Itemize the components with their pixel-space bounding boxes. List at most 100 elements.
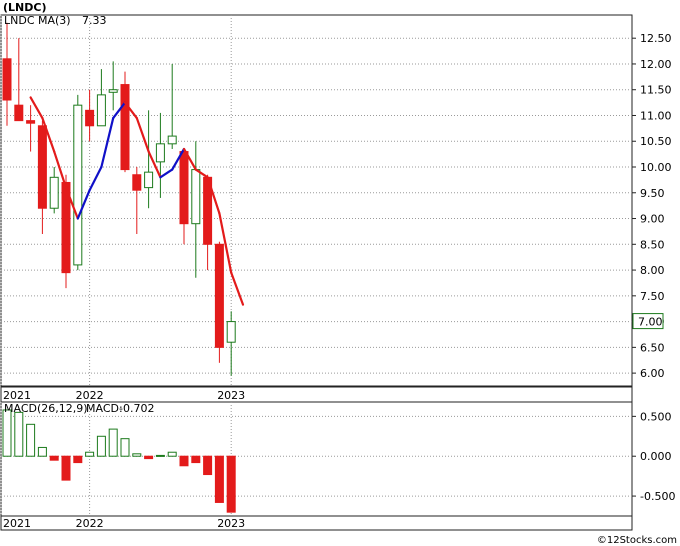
stock-chart: 6.00 6.50 7.00 7.50 8.00 8.50 9.00 9.50 10.00 10.… — [0, 1, 677, 546]
ticker-legend: LNDC — [4, 14, 35, 27]
price-candles — [2, 22, 236, 376]
macd-value-label: MACD: — [86, 402, 123, 415]
watermark: ©12Stocks.com — [597, 535, 677, 546]
candle-body-down — [37, 125, 47, 209]
candle-body-down — [14, 104, 24, 122]
date-label: 2021 — [3, 389, 31, 402]
macd-bar-negative — [49, 455, 59, 461]
candle — [214, 241, 224, 363]
date-label: 2022 — [76, 389, 104, 402]
macd-bar-negative — [144, 455, 154, 460]
price-plot-frame — [0, 14, 633, 387]
price-tick-label: 6.50 — [640, 341, 665, 354]
date-label: 2021 — [3, 517, 31, 530]
candle — [85, 89, 95, 142]
ma-segment-rising — [88, 165, 103, 192]
ma-segment-rising — [159, 168, 174, 179]
candle-body-up — [144, 171, 154, 189]
ma-segment-falling — [135, 116, 150, 153]
candle-body-up — [73, 104, 83, 266]
candle — [96, 69, 106, 127]
candle-body-down — [85, 109, 95, 127]
macd-bar-positive — [96, 435, 106, 457]
macd-bar-positive — [37, 446, 47, 457]
candle-body-up — [96, 94, 106, 127]
candle-body-down — [179, 151, 189, 225]
price-tick-label: 10.50 — [640, 135, 672, 148]
macd-bar-positive — [14, 411, 24, 457]
macd-bar-positive — [132, 453, 142, 457]
price-panel: 6.00 6.50 7.00 7.50 8.00 8.50 9.00 9.50 10.00 10.… — [0, 1, 672, 403]
candle — [61, 174, 71, 289]
macd-plot-frame — [0, 401, 633, 517]
candle-body-up — [226, 321, 236, 343]
macd-bar-negative — [226, 455, 236, 513]
candle — [179, 148, 189, 245]
candle-body-up — [155, 143, 165, 163]
price-tick-label: 8.50 — [640, 238, 665, 251]
macd-bar-negative — [179, 455, 189, 467]
ma-legend-label: MA(3) — [38, 14, 71, 27]
macd-bar-positive — [85, 451, 95, 457]
candle-body-up — [108, 89, 118, 93]
candle — [191, 141, 201, 278]
price-tick-label: 11.00 — [640, 109, 672, 122]
price-tick-label: 8.00 — [640, 264, 665, 277]
date-label: 2023 — [217, 517, 245, 530]
price-tick-label: 12.00 — [640, 58, 672, 71]
price-tick-label: 7.50 — [640, 290, 665, 303]
candle — [14, 38, 24, 122]
ma-legend-value: 7.33 — [82, 14, 107, 27]
macd-bar-negative — [203, 455, 213, 476]
macd-bar-positive — [167, 451, 177, 457]
macd-bar-positive — [26, 423, 36, 457]
macd-tick-label: 0.000 — [640, 450, 672, 463]
macd-grid — [0, 402, 632, 516]
candle-body-down — [214, 243, 224, 348]
price-grid — [0, 15, 632, 386]
price-tick-label: 9.50 — [640, 187, 665, 200]
candle — [108, 61, 118, 111]
candle — [73, 94, 83, 271]
date-label: 2022 — [76, 517, 104, 530]
macd-bar-negative — [214, 455, 224, 503]
macd-bars — [2, 409, 236, 513]
candle-body-down — [120, 84, 130, 171]
ma-segment-falling — [29, 96, 44, 120]
macd-panel: 0.500 0.000 -0.500 MACD(26,12,9) MACD: -0.… — [0, 401, 675, 531]
date-label: 2023 — [217, 389, 245, 402]
macd-bar-positive — [120, 438, 130, 457]
macd-legend-label: MACD(26,12,9) — [4, 402, 88, 415]
candle — [132, 167, 142, 234]
price-tag-text: 7.00 — [638, 316, 663, 329]
candle-body-up — [167, 135, 177, 145]
macd-tick-label: 0.500 — [640, 410, 672, 423]
macd-tick-label: -0.500 — [640, 490, 675, 503]
price-tick-label: 12.50 — [640, 32, 672, 45]
price-tick-label: 11.50 — [640, 84, 672, 97]
macd-bar-positive — [2, 409, 12, 457]
macd-date-labels: 2021 2022 2023 — [3, 517, 245, 530]
candle-body-up — [49, 176, 59, 209]
candle-body-down — [2, 58, 12, 101]
candle — [120, 71, 130, 173]
macd-value: -0.702 — [119, 402, 154, 415]
candle-body-down — [26, 120, 36, 124]
macd-y-axis: 0.500 0.000 -0.500 — [632, 410, 675, 503]
macd-bar-positive — [108, 428, 118, 457]
last-price-tag: 7.00 — [632, 313, 664, 330]
candle — [49, 167, 59, 214]
price-tick-label: 9.00 — [640, 213, 665, 226]
macd-bar-negative — [191, 455, 201, 464]
price-date-labels: 2021 2022 2023 — [3, 389, 245, 402]
chart-title: (LNDC) — [3, 1, 46, 14]
candle — [167, 63, 177, 149]
candle — [226, 311, 236, 376]
price-tick-label: 6.00 — [640, 367, 665, 380]
candle — [155, 112, 165, 198]
candle-body-up — [191, 169, 201, 225]
macd-bar-negative — [61, 455, 71, 481]
ma-segment-falling — [230, 271, 245, 306]
macd-bar-positive — [155, 454, 165, 457]
price-tick-label: 10.00 — [640, 161, 672, 174]
